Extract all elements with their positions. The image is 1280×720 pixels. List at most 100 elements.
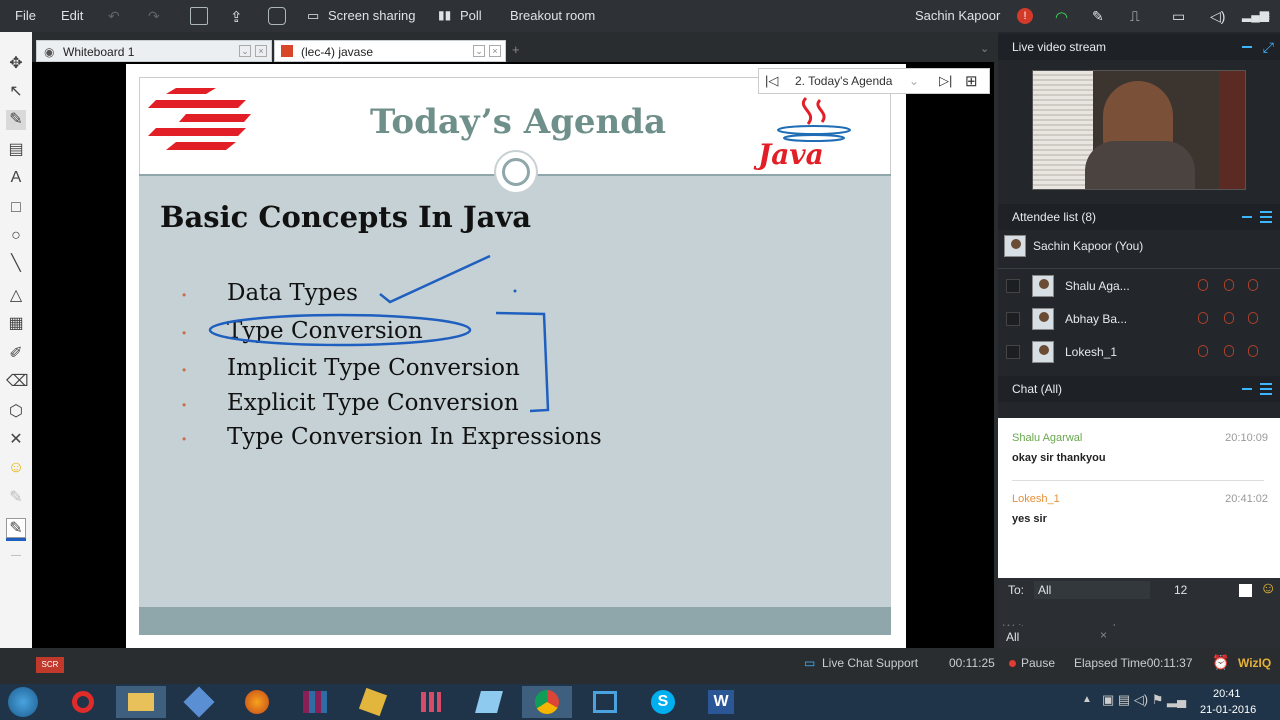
screen-capture-icon[interactable] (580, 686, 630, 718)
attendee-row[interactable]: Abhay Ba... (998, 303, 1280, 335)
edit-menu[interactable]: Edit (61, 8, 83, 23)
capture-icon[interactable] (268, 7, 286, 25)
minimize-icon[interactable] (1242, 388, 1252, 390)
clear-tool-icon[interactable]: ✕ (6, 430, 26, 450)
start-button-icon[interactable] (8, 687, 38, 717)
rectangle-tool-icon[interactable]: □ (6, 198, 26, 218)
live-chat-support-link[interactable]: Live Chat Support (822, 656, 918, 670)
camera-off-icon[interactable] (1198, 279, 1208, 291)
chevron-down-icon[interactable]: ⌄ (909, 74, 919, 88)
text-tool-icon[interactable]: A (6, 168, 26, 188)
skype-icon[interactable]: S (638, 686, 688, 718)
mic-icon[interactable] (1224, 312, 1234, 324)
camera-off-icon[interactable] (1198, 345, 1208, 357)
add-tab-icon[interactable]: + (512, 42, 520, 57)
tool-app-icon[interactable] (348, 686, 398, 718)
camera-icon[interactable]: ▭ (1172, 8, 1185, 25)
minimize-icon[interactable] (1242, 46, 1252, 48)
apps-grid-icon[interactable] (406, 686, 456, 718)
main-menu-icon[interactable]: ≡ (1262, 8, 1270, 24)
pause-button[interactable]: Pause (1021, 656, 1055, 670)
menu-icon[interactable] (1260, 211, 1272, 223)
dropper-tool-icon[interactable]: ✎ (6, 488, 26, 508)
grid-tool-icon[interactable]: ▦ (6, 314, 26, 334)
redo-icon[interactable]: ↷ (148, 8, 160, 25)
alarm-clock-icon[interactable]: ⏰ (1212, 654, 1229, 671)
virtualbox-icon[interactable] (174, 686, 224, 718)
tab-menu-icon[interactable]: ⌄ (980, 42, 989, 55)
pencil-tool-icon[interactable]: ✎ (6, 110, 26, 130)
menu-icon[interactable] (1260, 383, 1272, 395)
pen-settings-icon[interactable]: ✎ (1092, 8, 1104, 25)
alert-icon[interactable]: ! (1017, 8, 1033, 24)
highlighter-tool-icon[interactable]: ✐ (6, 344, 26, 364)
pen-off-icon[interactable] (1248, 345, 1258, 357)
color-picker-icon[interactable]: ✎ (6, 518, 26, 538)
stroke-size-icon[interactable]: — (6, 546, 26, 566)
opera-icon[interactable] (58, 686, 108, 718)
mic-icon[interactable] (1224, 279, 1234, 291)
recipient-select[interactable]: All (1034, 581, 1150, 599)
speaker-icon[interactable]: ◁) (1210, 8, 1225, 25)
table-tool-icon[interactable]: ▤ (6, 140, 26, 160)
attendee-self[interactable]: Sachin Kapoor (You) (998, 230, 1280, 262)
upload-icon[interactable]: ⇪ (230, 8, 243, 26)
color-box[interactable] (1239, 584, 1252, 597)
poll-button[interactable]: Poll (460, 8, 482, 23)
emoji-icon[interactable]: ☺ (1260, 580, 1276, 598)
winrar-icon[interactable] (290, 686, 340, 718)
attendee-checkbox[interactable] (1006, 345, 1020, 359)
emoji-tool-icon[interactable]: ☺ (6, 458, 26, 478)
clock-date[interactable]: 21-01-2016 (1200, 704, 1256, 716)
chrome-icon[interactable] (522, 686, 572, 718)
tab-close-icon[interactable]: × (255, 45, 267, 57)
font-size-select[interactable]: 12 (1170, 581, 1220, 599)
attendee-row[interactable]: Shalu Aga... (998, 270, 1280, 302)
undo-icon[interactable]: ↶ (108, 8, 120, 25)
fill-tool-icon[interactable]: ⬡ (6, 402, 26, 422)
recording-badge[interactable]: SCR (36, 657, 64, 673)
minimize-icon[interactable] (1242, 216, 1252, 218)
pen-off-icon[interactable] (1248, 279, 1258, 291)
chat-filter-value[interactable]: All (1006, 630, 1019, 644)
attendee-checkbox[interactable] (1006, 312, 1020, 326)
file-menu[interactable]: File (15, 8, 36, 23)
attendee-checkbox[interactable] (1006, 279, 1020, 293)
file-explorer-icon[interactable] (116, 686, 166, 718)
pen-off-icon[interactable] (1248, 312, 1258, 324)
tab-expand-icon[interactable]: ⌄ (239, 45, 251, 57)
circle-tool-icon[interactable]: ○ (6, 226, 26, 246)
breakout-room-button[interactable]: Breakout room (510, 8, 595, 23)
notepad-icon[interactable] (464, 686, 514, 718)
poll-icon[interactable]: ▮▮ (438, 8, 451, 22)
tab-whiteboard[interactable]: ◉ Whiteboard 1 ⌄ × (36, 40, 272, 62)
folder-icon[interactable] (190, 7, 208, 25)
current-slide-select[interactable]: 2. Today's Agenda (795, 74, 892, 88)
line-tool-icon[interactable]: ╲ (6, 254, 26, 274)
close-filter-icon[interactable]: × (1100, 628, 1107, 642)
expand-icon[interactable]: ⤢ (1263, 34, 1274, 60)
tab-expand-icon[interactable]: ⌄ (473, 45, 485, 57)
audio-settings-icon[interactable]: ⎍ (1130, 8, 1140, 25)
elapsed-time: Elapsed Time00:11:37 (1074, 656, 1193, 670)
tray-expand-icon[interactable]: ▲ (1082, 694, 1092, 705)
mic-icon[interactable] (1224, 345, 1234, 357)
tab-javase[interactable]: (lec-4) javase ⌄ × (274, 40, 506, 62)
camera-off-icon[interactable] (1198, 312, 1208, 324)
last-slide-icon[interactable]: ▷| (939, 73, 952, 89)
tab-close-icon[interactable]: × (489, 45, 501, 57)
move-tool-icon[interactable]: ✥ (6, 54, 26, 74)
word-icon[interactable]: W (696, 686, 746, 718)
first-slide-icon[interactable]: |◁ (765, 73, 778, 89)
triangle-tool-icon[interactable]: △ (6, 286, 26, 306)
grid-view-icon[interactable]: ⊞ (965, 72, 978, 90)
select-arrow-icon[interactable]: ↖ (6, 82, 26, 102)
clock-time[interactable]: 20:41 (1213, 688, 1241, 700)
tray-icons[interactable]: ▣ ▤ ◁) ⚑ ▂▄ (1102, 692, 1186, 708)
monitor-icon[interactable]: ▭ (307, 8, 319, 24)
recording-label: SCR (41, 660, 59, 669)
attendee-row[interactable]: Lokesh_1 (998, 336, 1280, 368)
screen-sharing-button[interactable]: Screen sharing (328, 8, 415, 23)
eraser-tool-icon[interactable]: ⌫ (6, 372, 29, 392)
firefox-icon[interactable] (232, 686, 282, 718)
